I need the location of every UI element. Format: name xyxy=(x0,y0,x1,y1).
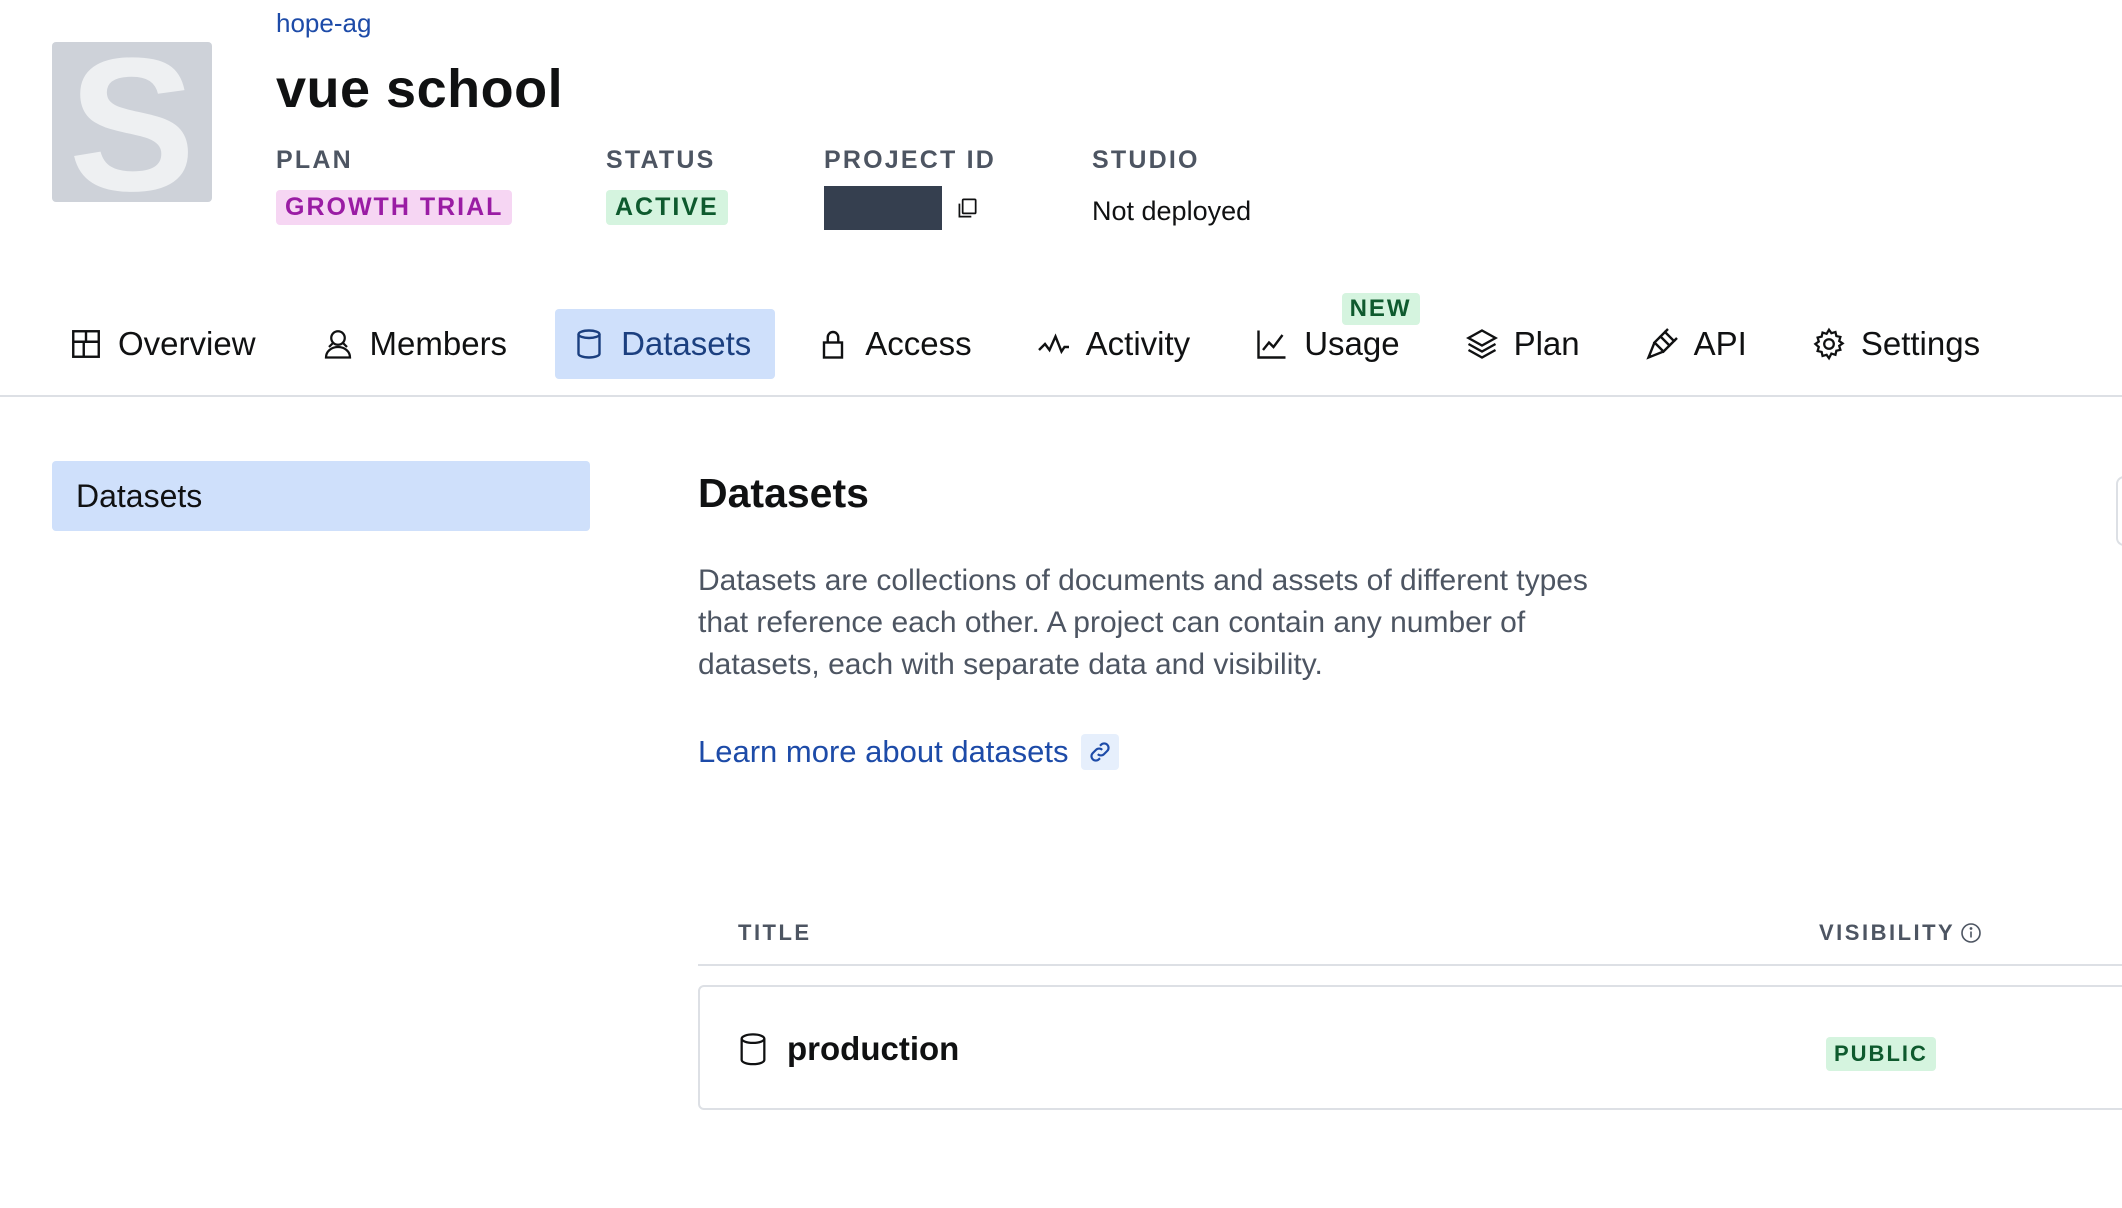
plug-icon xyxy=(1645,328,1678,360)
info-icon[interactable] xyxy=(1959,921,1983,945)
datasets-table-header: TITLE VISIBILITY xyxy=(698,920,2122,966)
studio-value: Not deployed xyxy=(1092,196,1252,226)
status-label: STATUS xyxy=(606,146,716,174)
lock-icon xyxy=(823,330,844,359)
table-row[interactable]: production PUBLIC xyxy=(698,985,2122,1110)
tab-plan[interactable]: Plan xyxy=(1448,309,1604,379)
plan-label: PLAN xyxy=(276,146,353,174)
learn-more-link[interactable]: Learn more about datasets xyxy=(698,734,1119,770)
project-tabs: Overview Members Datasets Access Activit… xyxy=(52,293,2028,380)
column-header-visibility: VISIBILITY xyxy=(1819,920,1983,946)
column-header-visibility-label: VISIBILITY xyxy=(1819,920,1956,945)
org-breadcrumb-link[interactable]: hope-ag xyxy=(276,8,371,39)
visibility-badge: PUBLIC xyxy=(1826,1037,1936,1071)
project-id-label: PROJECT ID xyxy=(824,146,997,174)
tab-label: Usage xyxy=(1304,325,1400,362)
sidebar-item-label: Datasets xyxy=(76,477,203,514)
tab-api[interactable]: API xyxy=(1628,309,1771,379)
tab-label: Datasets xyxy=(621,325,752,362)
plan-meta: PLAN GROWTH TRIAL xyxy=(276,146,513,225)
tab-overview[interactable]: Overview xyxy=(52,309,280,379)
database-icon xyxy=(577,329,601,359)
project-id-redacted xyxy=(824,186,942,230)
new-badge: NEW xyxy=(1341,293,1420,325)
members-icon xyxy=(324,330,351,359)
chart-icon xyxy=(1257,330,1286,359)
database-icon xyxy=(740,1033,766,1066)
tabs-divider xyxy=(0,395,2122,397)
plan-badge: GROWTH TRIAL xyxy=(276,190,513,225)
tab-members[interactable]: Members xyxy=(304,309,532,379)
tab-datasets[interactable]: Datasets xyxy=(555,309,776,379)
tab-usage[interactable]: Usage NEW xyxy=(1238,293,1423,379)
link-icon xyxy=(1080,734,1119,770)
tab-label: Settings xyxy=(1860,325,1981,362)
tab-access[interactable]: Access xyxy=(799,309,995,379)
project-avatar: S xyxy=(52,42,212,202)
project-id-meta: PROJECT ID xyxy=(824,146,996,230)
studio-meta: STUDIO Not deployed xyxy=(1092,146,1251,227)
tab-label: Access xyxy=(865,325,972,362)
layers-icon xyxy=(1465,329,1498,359)
sidebar-item-datasets[interactable]: Datasets xyxy=(52,461,590,531)
avatar-letter: S xyxy=(68,42,196,202)
panel-edge-handle[interactable] xyxy=(2116,476,2122,546)
tab-label: Overview xyxy=(118,325,256,362)
tab-activity[interactable]: Activity xyxy=(1020,309,1215,379)
tab-label: API xyxy=(1693,325,1747,362)
project-title: vue school xyxy=(276,59,564,119)
status-badge: ACTIVE xyxy=(606,190,728,225)
overview-icon xyxy=(72,330,100,358)
tab-label: Members xyxy=(369,325,508,362)
activity-icon xyxy=(1037,333,1069,355)
page-title: Datasets xyxy=(698,470,869,516)
tab-label: Activity xyxy=(1085,325,1191,362)
page-description: Datasets are collections of documents an… xyxy=(698,564,1588,681)
status-meta: STATUS ACTIVE xyxy=(606,146,728,225)
dataset-title: production xyxy=(787,1030,960,1067)
copy-icon[interactable] xyxy=(954,195,980,221)
gear-icon xyxy=(1813,327,1845,361)
learn-more-label: Learn more about datasets xyxy=(698,734,1069,769)
column-header-title: TITLE xyxy=(738,920,812,945)
tab-label: Plan xyxy=(1513,325,1580,362)
tab-settings[interactable]: Settings xyxy=(1795,309,2004,379)
studio-label: STUDIO xyxy=(1092,146,1200,174)
